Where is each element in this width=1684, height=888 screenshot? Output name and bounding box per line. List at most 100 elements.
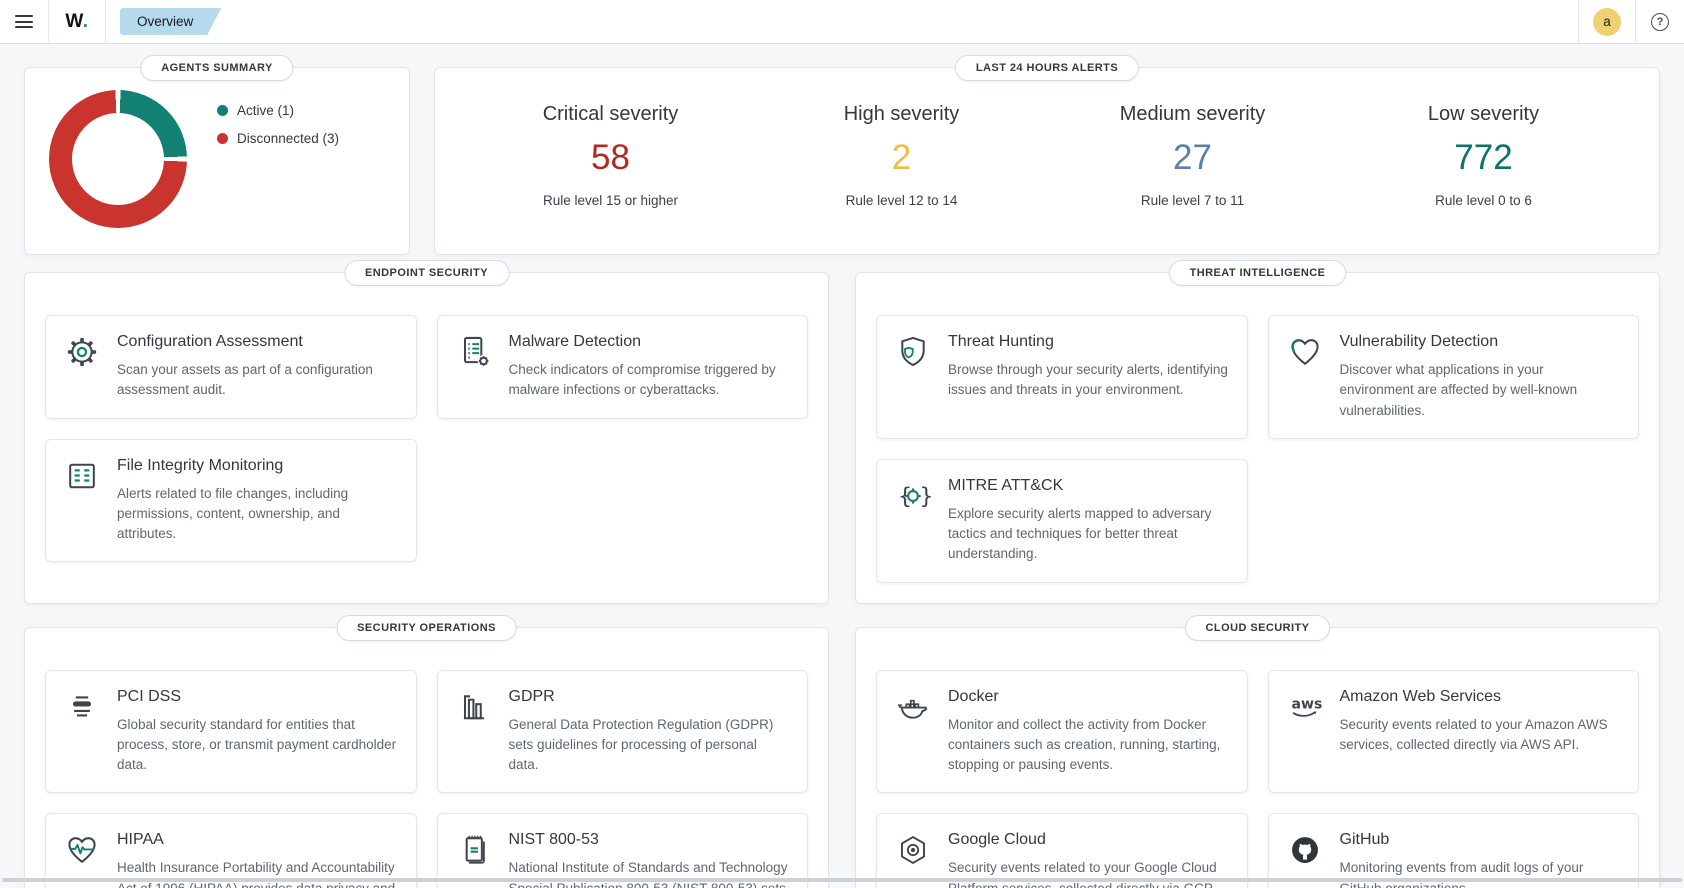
card-title: GDPR <box>508 687 555 705</box>
card-description: Browse through your security alerts, ide… <box>948 362 1228 398</box>
card-nist-800-53[interactable]: NIST 800-53 National Institute of Standa… <box>436 813 808 888</box>
stat-title: High severity <box>843 102 960 125</box>
stat-medium-severity: Medium severity 27 Rule level 7 to 11 <box>1047 103 1338 208</box>
legend-item-active[interactable]: Active (1) <box>217 103 339 118</box>
card-description: Explore security alerts mapped to advers… <box>948 505 1212 562</box>
legend-dot <box>217 105 228 116</box>
card-title: Vulnerability Detection <box>1339 333 1499 350</box>
cloud-security-panel: CLOUD SECURITY Docker Monitor and collec… <box>855 614 1660 888</box>
card-title: PCI DSS <box>117 687 182 705</box>
card-stack-icon <box>64 688 102 776</box>
card-description: Health Insurance Portability and Account… <box>117 860 396 888</box>
endpoint-security-panel: ENDPOINT SECURITY Configuration Assessme… <box>24 260 829 604</box>
overview-dashboard: AGENTS SUMMARY Active (1) Disconnected (… <box>0 44 1684 888</box>
card-description: Security events related to your Amazon A… <box>1339 716 1608 752</box>
alerts-panel-label: LAST 24 HOURS ALERTS <box>954 55 1140 81</box>
card-title: Google Cloud <box>948 831 1046 849</box>
card-description: Check indicators of compromise triggered… <box>508 362 776 398</box>
horizontal-scrollbar[interactable] <box>2 878 1682 882</box>
legend-item-disconnected[interactable]: Disconnected (3) <box>217 131 339 146</box>
card-github[interactable]: GitHub Monitoring events from audit logs… <box>1267 813 1639 888</box>
top-navigation-bar: W. Overview a ? <box>0 0 1684 44</box>
divider <box>105 0 106 43</box>
card-google-cloud[interactable]: Google Cloud Security events related to … <box>876 813 1248 888</box>
security-operations-panel: SECURITY OPERATIONS PCI DSS Global secur… <box>24 614 829 888</box>
card-description: National Institute of Standards and Tech… <box>508 860 788 888</box>
stat-subtitle: Rule level 7 to 11 <box>1140 192 1245 208</box>
severity-value[interactable]: 772 <box>1454 138 1512 178</box>
card-title: File Integrity Monitoring <box>117 456 284 474</box>
severity-value[interactable]: 58 <box>591 138 630 178</box>
agents-donut[interactable] <box>49 90 187 228</box>
legend-dot <box>217 133 228 144</box>
card-configuration-assessment[interactable]: Configuration Assessment Scan your asset… <box>45 315 417 419</box>
card-docker[interactable]: Docker Monitor and collect the activity … <box>876 669 1248 794</box>
svg-text:{: { <box>898 483 912 509</box>
card-description: Scan your assets as part of a configurat… <box>117 362 373 398</box>
stat-subtitle: Rule level 12 to 14 <box>845 192 958 208</box>
help-button[interactable]: ? <box>1636 0 1684 43</box>
card-title: MITRE ATT&CK <box>948 476 1064 494</box>
card-pci-dss[interactable]: PCI DSS Global security standard for ent… <box>45 669 417 794</box>
svg-text:}: } <box>919 483 931 509</box>
legend-label: Disconnected (3) <box>237 131 340 146</box>
card-title: Threat Hunting <box>948 333 1054 350</box>
user-avatar[interactable]: a <box>1593 7 1621 36</box>
agents-legend: Active (1) Disconnected (3) <box>217 90 339 232</box>
gear-icon <box>64 333 102 401</box>
endpoint-security-label: ENDPOINT SECURITY <box>344 260 509 286</box>
card-title: GitHub <box>1339 831 1390 849</box>
agents-summary-label: AGENTS SUMMARY <box>140 55 294 81</box>
security-operations-label: SECURITY OPERATIONS <box>336 614 517 641</box>
card-description: Alerts related to file changes, includin… <box>117 485 349 542</box>
card-description: General Data Protection Regulation (GDPR… <box>508 716 774 773</box>
stat-subtitle: Rule level 15 or higher <box>542 192 679 208</box>
card-description: Security events related to your Google C… <box>948 860 1217 888</box>
card-title: Docker <box>948 687 999 705</box>
card-description: Monitoring events from audit logs of you… <box>1339 860 1584 888</box>
card-title: HIPAA <box>117 831 164 849</box>
stat-title: Medium severity <box>1119 102 1266 125</box>
stat-high-severity: High severity 2 Rule level 12 to 14 <box>756 103 1047 208</box>
card-file-integrity-monitoring[interactable]: File Integrity Monitoring Alerts related… <box>45 438 417 563</box>
breadcrumb-tab-overview[interactable]: Overview <box>120 8 221 35</box>
stat-title: Critical severity <box>542 102 679 125</box>
card-mitre-attack[interactable]: { } MITRE ATT&CK Explore security alerts… <box>876 458 1248 583</box>
shield-icon <box>895 333 933 421</box>
card-title: NIST 800-53 <box>508 831 599 849</box>
stat-low-severity: Low severity 772 Rule level 0 to 6 <box>1338 103 1629 208</box>
threat-intelligence-panel: THREAT INTELLIGENCE Threat Hunting Brows… <box>855 260 1660 604</box>
card-vulnerability-detection[interactable]: Vulnerability Detection Discover what ap… <box>1267 315 1639 439</box>
stat-title: Low severity <box>1427 102 1540 125</box>
card-description: Discover what applications in your envir… <box>1339 362 1578 418</box>
menu-button[interactable] <box>0 0 48 43</box>
card-malware-detection[interactable]: Malware Detection Check indicators of co… <box>436 315 808 419</box>
card-threat-hunting[interactable]: Threat Hunting Browse through your secur… <box>876 315 1248 439</box>
severity-value[interactable]: 2 <box>892 138 911 178</box>
card-description: Global security standard for entities th… <box>117 716 397 773</box>
severity-value[interactable]: 27 <box>1173 138 1212 178</box>
vulnerability-heart-icon <box>1287 333 1325 421</box>
last-24-hours-alerts-panel: LAST 24 HOURS ALERTS Critical severity 5… <box>434 55 1660 255</box>
threat-intelligence-label: THREAT INTELLIGENCE <box>1168 260 1347 286</box>
svg-text:aws: aws <box>1291 696 1322 712</box>
wazuh-logo[interactable]: W. <box>49 11 105 33</box>
mitre-target-braces-icon: { } <box>895 477 933 565</box>
card-title: Amazon Web Services <box>1339 687 1502 705</box>
card-title: Malware Detection <box>508 333 642 350</box>
bar-chart-icon <box>456 688 494 776</box>
question-mark-icon: ? <box>1651 12 1669 31</box>
card-hipaa[interactable]: HIPAA Health Insurance Portability and A… <box>45 813 417 888</box>
hamburger-icon <box>15 12 33 32</box>
aws-logo-icon: aws <box>1287 688 1325 776</box>
card-description: Monitor and collect the activity from Do… <box>948 716 1221 773</box>
stat-critical-severity: Critical severity 58 Rule level 15 or hi… <box>465 103 756 208</box>
malware-document-icon <box>456 333 494 401</box>
cloud-security-label: CLOUD SECURITY <box>1184 614 1331 641</box>
card-title: Configuration Assessment <box>117 333 303 350</box>
card-amazon-web-services[interactable]: aws Amazon Web Services Security events … <box>1267 669 1639 794</box>
legend-label: Active (1) <box>237 103 295 118</box>
file-list-icon <box>64 457 102 545</box>
stat-subtitle: Rule level 0 to 6 <box>1435 192 1532 208</box>
card-gdpr[interactable]: GDPR General Data Protection Regulation … <box>436 669 808 794</box>
